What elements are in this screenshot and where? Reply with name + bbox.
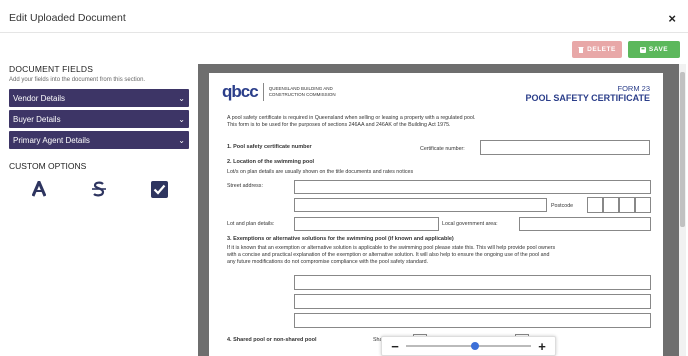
local-government-field[interactable] — [519, 217, 651, 231]
form-number: FORM 23 — [617, 84, 650, 93]
chevron-down-icon: ⌄ — [178, 135, 185, 145]
street-address-label: Street address: — [227, 183, 263, 189]
checkbox-icon — [150, 180, 168, 198]
postcode-box-3[interactable] — [619, 197, 635, 213]
section-primary-agent-details[interactable]: Primary Agent Details ⌄ — [9, 131, 189, 149]
section-2-title: 2. Location of the swimming pool — [227, 159, 315, 165]
section-buyer-details[interactable]: Buyer Details ⌄ — [9, 110, 189, 128]
logo-org-name: QUEENSLAND BUILDING AND CONSTRUCTION COMM… — [268, 86, 336, 97]
section-4-title: 4. Shared pool or non-shared pool — [227, 337, 317, 343]
form-heading: FORM 23 POOL SAFETY CERTIFICATE — [525, 84, 650, 103]
text-tool-button[interactable] — [9, 178, 69, 200]
exemption-field-2[interactable] — [294, 294, 651, 309]
section-vendor-details[interactable]: Vendor Details ⌄ — [9, 89, 189, 107]
zoom-slider-handle[interactable] — [470, 342, 479, 350]
field-sections: Vendor Details ⌄ Buyer Details ⌄ Primary A… — [9, 89, 189, 149]
section-2-note: Lot/s on plan details are usually shown … — [227, 169, 414, 175]
street-address-field-2[interactable] — [294, 198, 547, 212]
close-icon[interactable]: × — [668, 11, 676, 26]
zoom-in-button[interactable]: + — [537, 339, 547, 354]
zoom-out-button[interactable]: − — [390, 339, 400, 354]
save-button[interactable]: SAVE — [628, 41, 680, 58]
postcode-box-4[interactable] — [635, 197, 651, 213]
section-1-title: 1. Pool safety certificate number — [227, 144, 312, 150]
section-3-title: 3. Exemptions or alternative solutions f… — [227, 236, 454, 242]
lot-plan-label: Lot and plan details: — [227, 221, 275, 227]
postcode-box-1[interactable] — [587, 197, 603, 213]
strikethrough-tool-button[interactable] — [69, 178, 129, 200]
logo-divider — [262, 83, 264, 101]
lot-plan-field[interactable] — [294, 217, 439, 231]
delete-button[interactable]: DELETE — [572, 41, 622, 58]
qbcc-logo: qbcc QUEENSLAND BUILDING AND CONSTRUCTION… — [222, 82, 336, 102]
logo-mark: qbcc — [222, 82, 259, 101]
edit-document-modal: Edit Uploaded Document × DELETE SAVE DOC… — [0, 2, 688, 356]
section-label: Buyer Details — [13, 114, 61, 124]
street-address-field-1[interactable] — [294, 180, 651, 194]
text-a-icon — [32, 181, 46, 197]
save-label: SAVE — [648, 46, 669, 53]
strikethrough-icon — [92, 181, 106, 197]
trash-icon — [578, 47, 584, 53]
custom-tools — [9, 178, 189, 200]
form-title: POOL SAFETY CERTIFICATE — [525, 93, 650, 103]
floppy-icon — [639, 46, 646, 53]
intro-text: A pool safety certificate is required in… — [227, 115, 476, 128]
certificate-number-field[interactable] — [480, 140, 650, 155]
postcode-label: Postcode — [551, 203, 574, 209]
document-viewer[interactable]: qbcc QUEENSLAND BUILDING AND CONSTRUCTION… — [198, 64, 679, 356]
exemption-field-1[interactable] — [294, 275, 651, 290]
document-fields-subtitle: Add your fields into the document from t… — [9, 77, 146, 83]
checkbox-tool-button[interactable] — [129, 178, 189, 200]
postcode-box-2[interactable] — [603, 197, 619, 213]
section-label: Vendor Details — [13, 93, 66, 103]
viewer-scrollbar[interactable] — [679, 64, 686, 356]
certificate-number-label: Certificate number: — [420, 146, 465, 152]
modal-header: Edit Uploaded Document × — [0, 2, 688, 33]
custom-options-heading: CUSTOM OPTIONS — [9, 161, 87, 171]
document-page[interactable]: qbcc QUEENSLAND BUILDING AND CONSTRUCTION… — [209, 73, 663, 356]
chevron-down-icon: ⌄ — [178, 93, 185, 103]
local-government-label: Local government area: — [442, 221, 498, 227]
scrollbar-thumb[interactable] — [680, 72, 685, 227]
toolbar: DELETE SAVE — [0, 33, 688, 61]
zoom-slider[interactable] — [406, 342, 531, 350]
document-fields-sidebar: DOCUMENT FIELDS Add your fields into the… — [9, 64, 189, 200]
modal-title: Edit Uploaded Document — [9, 12, 126, 24]
section-label: Primary Agent Details — [13, 135, 90, 145]
zoom-control: − + — [381, 336, 556, 356]
document-fields-heading: DOCUMENT FIELDS — [9, 64, 94, 74]
exemption-field-3[interactable] — [294, 313, 651, 328]
delete-label: DELETE — [587, 46, 616, 53]
section-3-note: If it is known that an exemption or alte… — [227, 245, 556, 265]
chevron-down-icon: ⌄ — [178, 114, 185, 124]
